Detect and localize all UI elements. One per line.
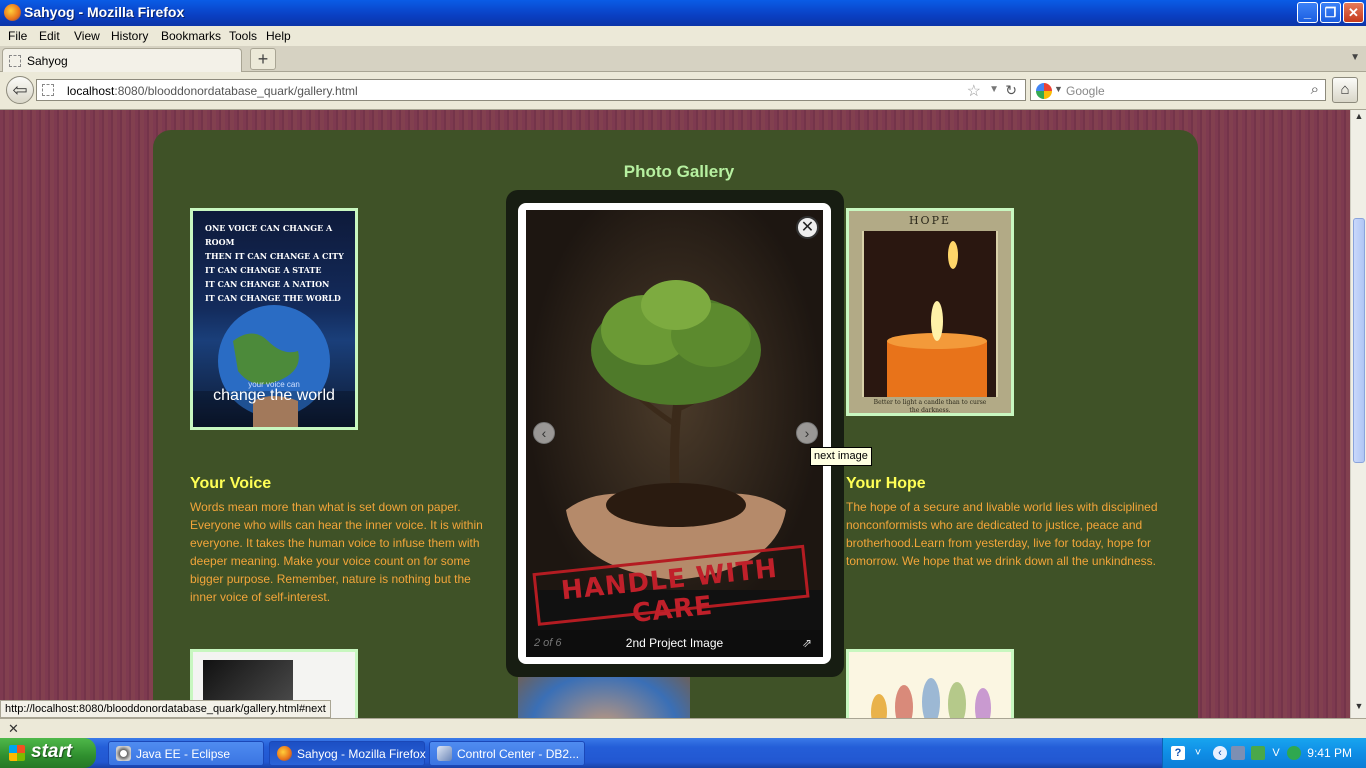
task-db2-control-center[interactable]: Control Center - DB2...	[429, 741, 585, 766]
db-status-icon[interactable]	[1287, 746, 1301, 760]
start-button[interactable]: start	[0, 738, 96, 768]
tab-list-icon[interactable]: ▼	[1350, 52, 1360, 63]
window-title-bar[interactable]: Sahyog - Mozilla Firefox _ ❐ ✕	[0, 0, 1366, 26]
lightbox-close-button[interactable]: ✕	[796, 216, 819, 239]
address-path: :8080/blooddonordatabase_quark/gallery.h…	[114, 84, 358, 98]
hope-poster-thumbnail[interactable]: HOPE Better to light a candle than to cu…	[846, 208, 1014, 416]
v-icon[interactable]: V	[1269, 746, 1283, 760]
windows-logo-icon	[9, 745, 25, 761]
tooltip: next image	[810, 447, 872, 466]
page-content: Photo Gallery ONE VOICE CAN CHANGE A ROO…	[0, 110, 1350, 718]
task-eclipse[interactable]: Java EE - Eclipse	[108, 741, 264, 766]
hope-poster-caption: Better to light a candle than to curse t…	[873, 399, 987, 414]
task-label: Java EE - Eclipse	[136, 747, 231, 761]
restore-button[interactable]: ❐	[1320, 2, 1341, 23]
navigation-bar: ⇦ localhost:8080/blooddonordatabase_quar…	[0, 72, 1366, 110]
menu-file[interactable]: File	[8, 29, 27, 43]
menu-bookmarks[interactable]: Bookmarks	[161, 29, 221, 43]
show-hidden-icons-icon[interactable]: ‹	[1213, 746, 1227, 760]
site-identity-icon[interactable]	[42, 84, 54, 96]
voice-poster-line: THEN IT CAN CHANGE A CITY	[205, 251, 344, 261]
menu-bar: File Edit View History Bookmarks Tools H…	[0, 26, 1366, 46]
voice-poster-line: IT CAN CHANGE THE WORLD	[205, 293, 341, 303]
scroll-down-icon[interactable]: ▼	[1352, 701, 1366, 717]
close-findbar-icon[interactable]: ✕	[8, 721, 19, 737]
taskbar: start Java EE - Eclipse Sahyog - Mozilla…	[0, 738, 1366, 768]
lightbox-image[interactable]: HANDLE WITH CARE	[526, 210, 823, 630]
window-title: Sahyog - Mozilla Firefox	[24, 4, 185, 20]
menu-edit[interactable]: Edit	[39, 29, 60, 43]
search-bar[interactable]: ▼ Google ⌕	[1030, 79, 1326, 101]
vertical-scrollbar[interactable]: ▲ ▼	[1350, 110, 1366, 718]
address-text[interactable]: localhost:8080/blooddonordatabase_quark/…	[67, 84, 358, 98]
address-host: localhost	[67, 84, 115, 98]
engine-dropdown-icon[interactable]: ▼	[1054, 84, 1063, 94]
firefox-icon	[277, 746, 292, 761]
new-tab-button[interactable]: +	[250, 48, 276, 70]
status-link-url: http://localhost:8080/blooddonordatabase…	[0, 700, 331, 718]
voice-poster-big-caption: change the world	[213, 387, 335, 404]
address-bar[interactable]: localhost:8080/blooddonordatabase_quark/…	[36, 79, 1026, 101]
menu-help[interactable]: Help	[266, 29, 291, 43]
page-icon	[9, 55, 21, 67]
next-image-button[interactable]: ›	[796, 422, 818, 444]
search-icon[interactable]: ⌕	[1311, 81, 1319, 98]
gallery-thumbnail-6[interactable]	[846, 649, 1014, 718]
voice-poster-line: IT CAN CHANGE A STATE	[205, 265, 322, 275]
hope-poster-art	[862, 231, 998, 397]
scroll-thumb[interactable]	[1353, 218, 1365, 463]
history-dropdown-icon[interactable]: ▼	[989, 84, 999, 95]
firefox-icon	[4, 4, 21, 21]
monitor-icon[interactable]	[1251, 746, 1265, 760]
help-icon[interactable]: ?	[1171, 746, 1185, 760]
task-label: Sahyog - Mozilla Firefox	[297, 747, 426, 761]
db2-icon	[437, 746, 452, 761]
clock: 9:41 PM	[1307, 746, 1352, 760]
leaves-art	[871, 678, 991, 718]
lightbox-title: 2nd Project Image	[625, 636, 724, 650]
task-firefox[interactable]: Sahyog - Mozilla Firefox	[269, 741, 426, 766]
minimize-button[interactable]: _	[1297, 2, 1318, 23]
find-bar: ✕	[0, 718, 1366, 738]
voice-poster-line: IT CAN CHANGE A NATION	[205, 279, 330, 289]
gallery-title: Photo Gallery	[623, 162, 735, 181]
tray-expand-icon[interactable]: ˅	[1191, 746, 1205, 760]
bookmark-star-icon[interactable]: ☆	[967, 81, 981, 101]
menu-history[interactable]: History	[111, 29, 148, 43]
tab-sahyog[interactable]: Sahyog	[2, 48, 242, 72]
voice-poster-line: ONE VOICE CAN CHANGE A ROOM	[205, 223, 333, 247]
close-window-button[interactable]: ✕	[1343, 2, 1364, 23]
reload-icon[interactable]: ↻	[1005, 82, 1017, 99]
hope-heading: Your Hope	[846, 475, 926, 492]
task-label: Control Center - DB2...	[457, 747, 580, 761]
home-button[interactable]: ⌂	[1332, 77, 1358, 103]
google-engine-icon[interactable]	[1036, 83, 1052, 99]
hope-text: The hope of a secure and livable world l…	[846, 500, 1158, 568]
back-button[interactable]: ⇦	[6, 76, 34, 104]
menu-tools[interactable]: Tools	[229, 29, 257, 43]
voice-poster-thumbnail[interactable]: ONE VOICE CAN CHANGE A ROOM THEN IT CAN …	[190, 208, 358, 430]
scroll-up-icon[interactable]: ▲	[1352, 111, 1366, 127]
voice-text: Words mean more than what is set down on…	[190, 500, 483, 604]
network-icon[interactable]	[1231, 746, 1245, 760]
search-input[interactable]: Google	[1066, 84, 1105, 98]
system-tray: ? ˅ ‹ V 9:41 PM	[1162, 738, 1366, 768]
tab-bar: Sahyog + ▼	[0, 46, 1366, 72]
tab-label: Sahyog	[27, 54, 68, 68]
open-external-icon[interactable]: ⇗	[802, 636, 812, 650]
voice-poster-text: ONE VOICE CAN CHANGE A ROOM THEN IT CAN …	[205, 221, 351, 305]
start-label: start	[31, 741, 73, 762]
previous-image-button[interactable]: ‹	[533, 422, 555, 444]
menu-view[interactable]: View	[74, 29, 100, 43]
eclipse-icon	[116, 746, 131, 761]
voice-heading: Your Voice	[190, 475, 272, 492]
